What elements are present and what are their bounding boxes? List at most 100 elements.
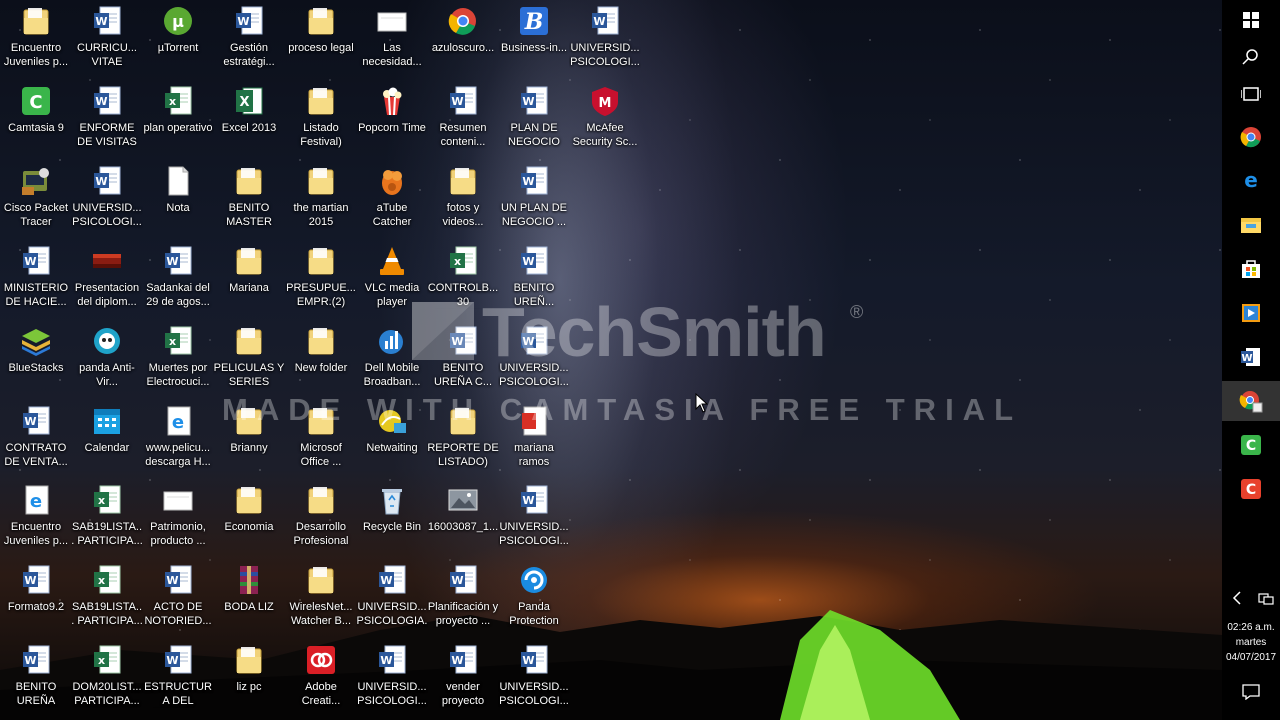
desktop-icon[interactable]: W UNIVERSID... PSICOLOGI... <box>498 479 570 555</box>
desktop-icon[interactable]: Las necesidad... <box>356 0 428 76</box>
desktop-icon[interactable]: W UNIVERSID... PSICOLOGI... <box>356 639 428 715</box>
desktop-icon[interactable]: W Formato9.2 <box>0 559 72 635</box>
desktop-icon[interactable]: Listado Festival) <box>285 80 357 156</box>
desktop-icon[interactable]: W MINISTERIO DE HACIE... <box>0 240 72 316</box>
desktop-icon[interactable]: the martian 2015 <box>285 160 357 236</box>
desktop-icon[interactable]: W ENFORME DE VISITAS DE ... <box>71 80 143 156</box>
desktop-icon[interactable]: W UNIVERSID... PSICOLOGI... <box>71 160 143 236</box>
desktop-icon[interactable]: Wvender proyecto <box>427 639 499 715</box>
desktop-icon[interactable]: proceso legal <box>285 0 357 76</box>
show-hidden-icons-button[interactable] <box>1222 578 1251 618</box>
desktop-icon[interactable]: Adobe Creati... <box>285 639 357 715</box>
taskbar-chrome-window[interactable] <box>1222 381 1280 421</box>
taskbar-media-player[interactable] <box>1222 293 1280 333</box>
taskbar-edge[interactable]: e <box>1222 160 1280 200</box>
svg-text:x: x <box>169 335 176 348</box>
desktop-icon[interactable]: Economia <box>213 479 285 555</box>
desktop-icon[interactable]: Patrimonio, producto ... <box>142 479 214 555</box>
desktop-icon[interactable]: Calendar <box>71 400 143 476</box>
desktop-icon[interactable]: W PLAN DE NEGOCIO <box>498 80 570 156</box>
desktop-icon[interactable]: 16003087_1... <box>427 479 499 555</box>
desktop-icon[interactable]: B Business-in... <box>498 0 570 76</box>
desktop-icon[interactable]: W Sadankai del 29 de agos... <box>142 240 214 316</box>
desktop-icon[interactable]: C Camtasia 9 <box>0 80 72 156</box>
taskbar-store[interactable] <box>1222 249 1280 289</box>
desktop-icon[interactable]: Desarrollo Profesional <box>285 479 357 555</box>
svg-text:x: x <box>98 494 105 507</box>
desktop-icon[interactable]: Panda Protection <box>498 559 570 635</box>
desktop-icon-label: PLAN DE NEGOCIO <box>508 122 560 148</box>
desktop-icon-label: ESTRUCTURA DEL PROYE... <box>144 681 212 707</box>
desktop-icon[interactable]: Nota <box>142 160 214 236</box>
svg-text:W: W <box>451 654 463 667</box>
desktop-icon[interactable]: x SAB19LISTA... PARTICIPA... <box>71 479 143 555</box>
desktop-icon[interactable]: µ µTorrent <box>142 0 214 76</box>
taskbar-file-explorer[interactable] <box>1222 205 1280 245</box>
desktop-icon[interactable]: x plan operativo <box>142 80 214 156</box>
desktop-icon[interactable]: WirelesNet... Watcher B... <box>285 559 357 635</box>
desktop-icon[interactable]: x Muertes por Electrocuci... <box>142 320 214 396</box>
word-doc-icon: W <box>518 245 550 277</box>
desktop-icon[interactable]: X Excel 2013 <box>213 80 285 156</box>
desktop-icon[interactable]: W Gestión estratégi... <box>213 0 285 76</box>
word-doc-icon: W <box>589 5 621 37</box>
desktop-icon[interactable]: Mariana <box>213 240 285 316</box>
panda-icon <box>91 325 123 357</box>
desktop-icon[interactable]: W UNIVERSID... PSICOLOGI... <box>498 639 570 715</box>
desktop-icon-label: Business-in... <box>500 42 568 54</box>
desktop-icon[interactable]: aTube Catcher <box>356 160 428 236</box>
desktop-icon[interactable]: Popcorn Time <box>356 80 428 156</box>
desktop-icon[interactable]: W UNIVERSID... PSICOLOGIA... <box>356 559 428 635</box>
taskbar: e W C C 02:26 a.m. martes 04/07/2017 <box>1222 0 1280 720</box>
desktop-icon[interactable]: W Resumen conteni... <box>427 80 499 156</box>
svg-text:W: W <box>522 95 534 108</box>
desktop-icon-label: Panda Protection <box>509 601 559 627</box>
desktop-icon[interactable]: x SAB19LISTA... PARTICIPA... <box>71 559 143 635</box>
desktop-icon-label: Adobe Creati... <box>301 681 341 707</box>
desktop-icon[interactable]: W CONTRATO DE VENTA... <box>0 400 72 476</box>
search-button[interactable] <box>1222 37 1280 77</box>
desktop-icon[interactable]: panda Anti-Vir... <box>71 320 143 396</box>
desktop-icon[interactable]: Recycle Bin <box>356 479 428 555</box>
desktop-icon[interactable]: BODA LIZ <box>213 559 285 635</box>
desktop-icon[interactable]: W CURRICU... VITAE <box>71 0 143 76</box>
svg-text:W: W <box>24 415 36 428</box>
edge-icon: e <box>1244 169 1258 191</box>
desktop-icon[interactable]: azuloscuro... <box>427 0 499 76</box>
desktop-icon[interactable]: W UN PLAN DE NEGOCIO ... <box>498 160 570 236</box>
desktop-icon[interactable]: BlueStacks <box>0 320 72 396</box>
svg-text:B: B <box>524 9 544 35</box>
desktop-icon[interactable]: PRESUPUE... EMPR.(2) <box>285 240 357 316</box>
winrar-icon <box>233 564 265 596</box>
taskbar-camtasia-recorder[interactable]: C <box>1222 469 1280 509</box>
taskbar-word[interactable]: W <box>1222 337 1280 377</box>
desktop-icon[interactable]: e www.pelicu... descarga H... <box>142 400 214 476</box>
media-player-icon <box>1242 304 1260 322</box>
desktop-icon-label: Cisco Packet Tracer <box>3 202 69 228</box>
desktop-icon-label: proceso legal <box>288 42 354 54</box>
desktop-icon[interactable]: W UNIVERSID... PSICOLOGI... <box>569 0 641 76</box>
desktop-icon[interactable]: liz pc <box>213 639 285 715</box>
desktop-icon[interactable]: W BENITO UREÑA <box>0 639 72 715</box>
desktop-icon[interactable]: Presentacion del diplom... <box>71 240 143 316</box>
network-tray-button[interactable] <box>1251 578 1280 618</box>
taskbar-camtasia[interactable]: C <box>1222 425 1280 465</box>
desktop-icon[interactable]: W Planificación y proyecto ... <box>427 559 499 635</box>
desktop-icon[interactable]: BENITO MASTER <box>213 160 285 236</box>
desktop-icon[interactable]: W ESTRUCTURA DEL PROYE... <box>142 639 214 715</box>
desktop-icon[interactable]: W ACTO DE NOTORIED... <box>142 559 214 635</box>
tray-clock[interactable]: 02:26 a.m. martes 04/07/2017 <box>1222 620 1280 665</box>
start-button[interactable] <box>1222 0 1280 40</box>
desktop-icon[interactable]: fotos y videos... <box>427 160 499 236</box>
desktop-icon[interactable]: Encuentro Juveniles p... <box>0 0 72 76</box>
desktop-icon[interactable]: x DOM20LIST... PARTICIPA... <box>71 639 143 715</box>
desktop-icon[interactable]: Cisco Packet Tracer <box>0 160 72 236</box>
desktop-icon[interactable]: New folder <box>285 320 357 396</box>
task-view-button[interactable] <box>1222 74 1280 114</box>
vlc-icon <box>376 245 408 277</box>
desktop-icon[interactable]: PELICULAS Y SERIES <box>213 320 285 396</box>
desktop-icon[interactable]: e Encuentro Juveniles p... <box>0 479 72 555</box>
desktop-icon[interactable]: M McAfee Security Sc... <box>569 80 641 156</box>
taskbar-chrome[interactable] <box>1222 117 1280 157</box>
action-center-button[interactable] <box>1222 672 1280 712</box>
